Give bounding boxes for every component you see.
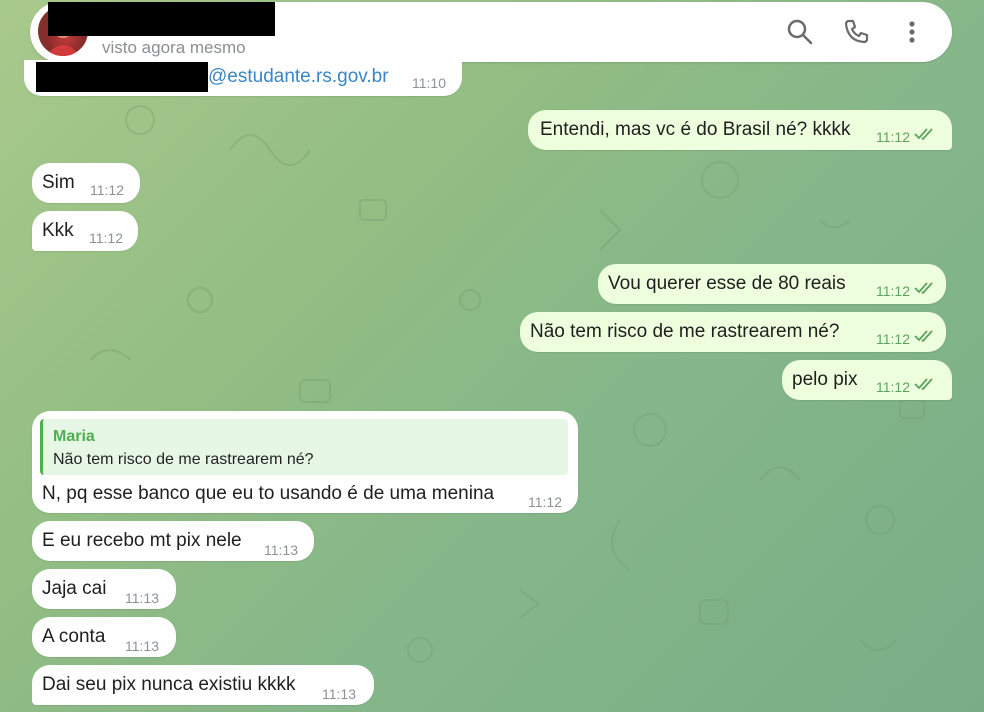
read-checks-icon (914, 378, 933, 390)
message-time: 11:12 (876, 379, 910, 395)
message-time: 11:13 (125, 590, 159, 606)
message-incoming[interactable]: Jaja cai 11:13 (32, 569, 176, 609)
message-incoming[interactable]: Dai seu pix nunca existiu kkkk 11:13 (32, 665, 374, 705)
message-text: E eu recebo mt pix nele (42, 530, 242, 551)
contact-status: visto agora mesmo (102, 38, 246, 57)
read-checks-icon (914, 128, 933, 140)
redacted-email-user (36, 62, 208, 92)
message-time: 11:12 (876, 331, 910, 347)
search-icon[interactable] (786, 18, 814, 46)
message-outgoing[interactable]: pelo pix 11:12 (782, 360, 952, 400)
message-outgoing[interactable]: Não tem risco de me rastrearem né? 11:12 (520, 312, 946, 352)
chat-header: visto agora mesmo (30, 2, 952, 62)
message-text: A conta (42, 626, 106, 647)
email-link[interactable]: @estudante.rs.gov.br (208, 66, 389, 88)
read-checks-icon (914, 330, 933, 342)
message-text: pelo pix (792, 369, 858, 390)
message-incoming-reply[interactable]: Maria Não tem risco de me rastrearem né?… (32, 411, 578, 513)
message-time: 11:12 (876, 283, 910, 299)
message-text: Entendi, mas vc é do Brasil né? kkkk (540, 119, 851, 140)
message-incoming[interactable]: Sim 11:12 (32, 163, 140, 203)
message-incoming[interactable]: Kkk 11:12 (32, 211, 138, 251)
message-time: 11:10 (412, 75, 446, 91)
message-time: 11:12 (876, 129, 910, 145)
more-vertical-icon[interactable] (898, 18, 926, 46)
message-text: Sim (42, 172, 75, 193)
message-text: Vou querer esse de 80 reais (608, 273, 846, 294)
message-incoming[interactable]: @estudante.rs.gov.br 11:10 (24, 60, 462, 96)
message-text: Não tem risco de me rastrearem né? (530, 321, 840, 342)
quoted-author: Maria (53, 428, 95, 445)
message-time: 11:13 (125, 638, 159, 654)
message-time: 11:12 (90, 182, 124, 198)
message-time: 11:12 (528, 494, 562, 510)
message-outgoing[interactable]: Vou querer esse de 80 reais 11:12 (598, 264, 946, 304)
message-time: 11:13 (322, 686, 356, 702)
read-checks-icon (914, 282, 933, 294)
quoted-text: Não tem risco de me rastrearem né? (53, 451, 314, 468)
message-outgoing[interactable]: Entendi, mas vc é do Brasil né? kkkk 11:… (528, 110, 952, 150)
message-text: Dai seu pix nunca existiu kkkk (42, 674, 296, 695)
message-text: Jaja cai (42, 578, 107, 599)
message-time: 11:12 (89, 230, 123, 246)
message-incoming[interactable]: A conta 11:13 (32, 617, 176, 657)
redacted-contact-name (48, 2, 275, 36)
phone-icon[interactable] (842, 18, 870, 46)
message-text: Kkk (42, 220, 74, 241)
message-text: N, pq esse banco que eu to usando é de u… (42, 483, 495, 504)
quoted-message[interactable]: Maria Não tem risco de me rastrearem né? (40, 419, 568, 475)
message-incoming[interactable]: E eu recebo mt pix nele 11:13 (32, 521, 314, 561)
message-time: 11:13 (264, 542, 298, 558)
